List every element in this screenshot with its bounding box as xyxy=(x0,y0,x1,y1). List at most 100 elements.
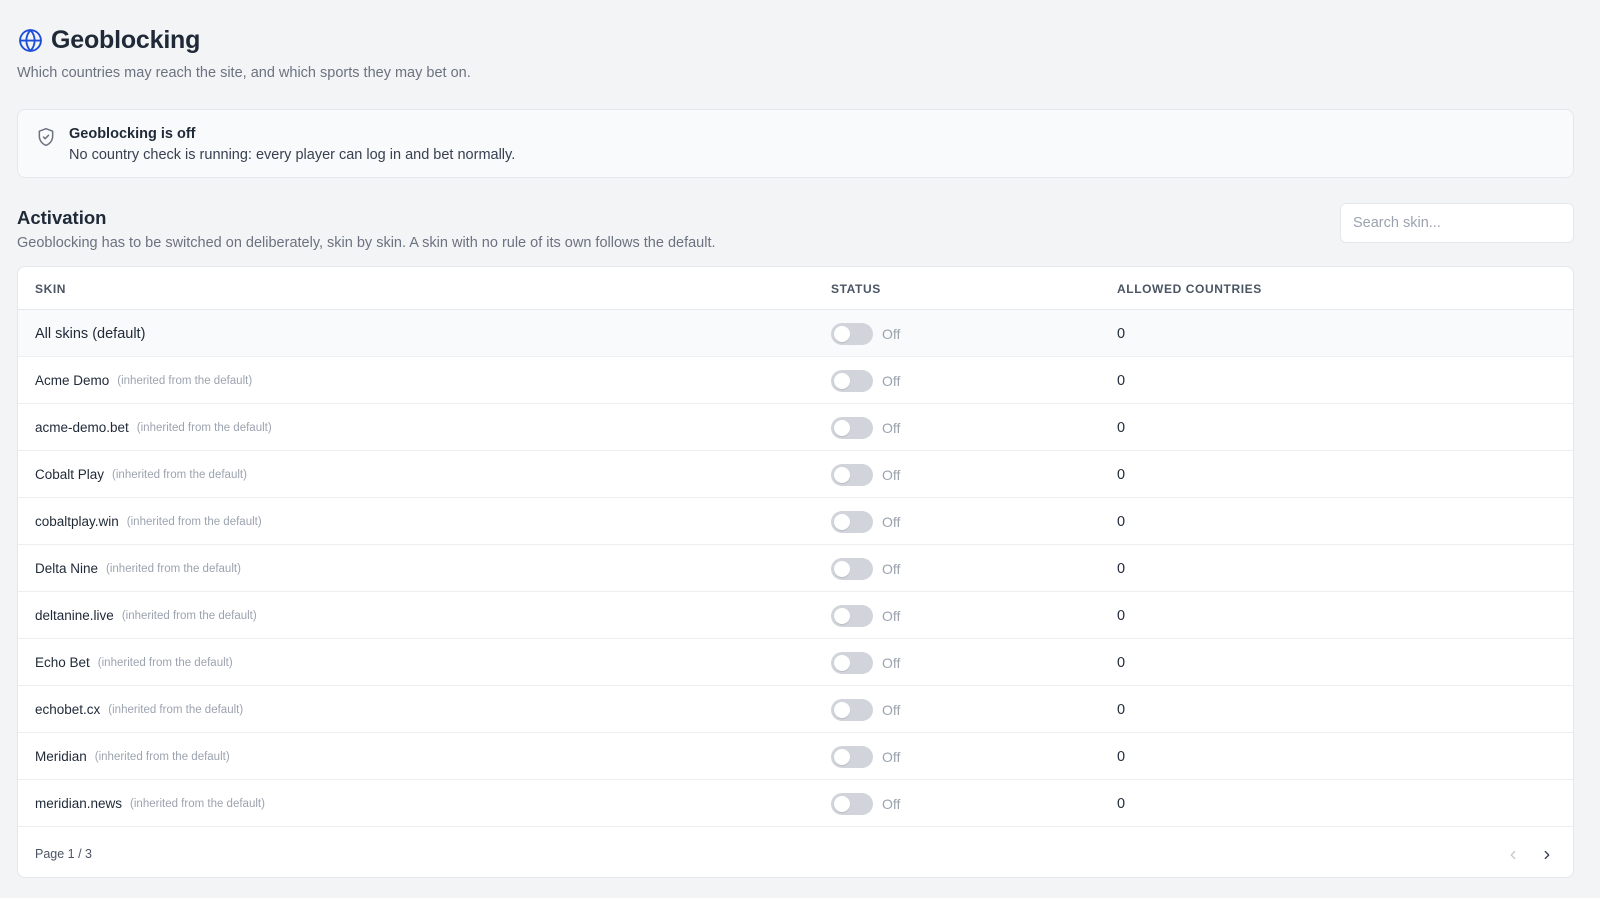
table-row: Cobalt Play (inherited from the default) O… xyxy=(18,451,1573,498)
inherited-note: (inherited from the default) xyxy=(126,515,262,528)
toggle-knob xyxy=(834,607,850,624)
status-cell: Off xyxy=(831,357,900,404)
status-label: Off xyxy=(882,466,901,483)
status-label: Off xyxy=(882,701,901,718)
status-label: Off xyxy=(882,560,901,577)
inherited-note: (inherited from the default) xyxy=(97,656,233,669)
toggle-knob xyxy=(834,419,850,436)
table-row: echobet.cx (inherited from the default) Of… xyxy=(18,686,1573,733)
allowed-countries-count: 0 xyxy=(1117,419,1126,436)
allowed-countries-count: 0 xyxy=(1117,560,1126,577)
activation-title: Activation xyxy=(17,207,107,228)
status-label: Off xyxy=(882,748,901,765)
toggle-knob xyxy=(834,466,850,483)
notice-text: No country check is running: every playe… xyxy=(69,147,516,163)
column-header-status: STATUS xyxy=(831,282,881,296)
allowed-countries-count: 0 xyxy=(1117,607,1126,624)
inherited-note: (inherited from the default) xyxy=(112,468,247,481)
status-cell: Off xyxy=(831,733,900,780)
allowed-countries-count: 0 xyxy=(1117,325,1126,342)
table-row: All skins (default) Off 0 xyxy=(18,310,1573,357)
column-header-skin: SKIN xyxy=(35,282,67,296)
geoblocking-status-notice: Geoblocking is off No country check is r… xyxy=(17,109,1574,178)
skin-cell: Meridian (inherited from the default) xyxy=(35,733,230,780)
table-footer: Page 1 / 3 xyxy=(18,830,1573,877)
inherited-note: (inherited from the default) xyxy=(117,374,253,387)
status-label: Off xyxy=(882,513,901,530)
skin-name: acme-demo.bet xyxy=(35,420,129,435)
status-toggle[interactable] xyxy=(831,792,873,815)
status-cell: Off xyxy=(831,592,900,639)
table-row: cobaltplay.win (inherited from the defaul… xyxy=(18,498,1573,545)
toggle-knob xyxy=(834,748,850,765)
status-toggle[interactable] xyxy=(831,510,873,533)
status-label: Off xyxy=(882,607,901,624)
toggle-knob xyxy=(834,325,850,342)
page-subtitle: Which countries may reach the site, and … xyxy=(17,65,471,81)
status-cell: Off xyxy=(831,310,900,357)
skin-cell: cobaltplay.win (inherited from the defaul… xyxy=(35,498,262,545)
inherited-note: (inherited from the default) xyxy=(130,797,265,810)
globe-icon xyxy=(17,28,43,54)
table-body: All skins (default) Off 0 Acme Demo (inherit… xyxy=(18,310,1573,827)
status-label: Off xyxy=(882,654,901,671)
skin-name: Acme Demo xyxy=(35,373,110,388)
skin-cell: meridian.news (inherited from the default… xyxy=(35,780,265,827)
toggle-knob xyxy=(834,372,850,389)
shield-check-icon xyxy=(36,127,56,147)
table-row: Acme Demo (inherited from the default) Off… xyxy=(18,357,1573,404)
page-header: Geoblocking xyxy=(17,26,200,55)
inherited-note: (inherited from the default) xyxy=(94,750,230,763)
status-cell: Off xyxy=(831,404,900,451)
status-toggle[interactable] xyxy=(831,745,873,768)
skin-cell: Cobalt Play (inherited from the default) xyxy=(35,451,247,498)
skin-name: echobet.cx xyxy=(35,702,101,717)
status-toggle[interactable] xyxy=(831,463,873,486)
skins-table: SKIN STATUS ALLOWED COUNTRIES All skins … xyxy=(17,266,1574,878)
status-toggle[interactable] xyxy=(831,604,873,627)
page-title: Geoblocking xyxy=(51,26,201,54)
status-cell: Off xyxy=(831,545,900,592)
status-label: Off xyxy=(882,419,901,436)
skin-cell: deltanine.live (inherited from the defaul… xyxy=(35,592,257,639)
skin-name: Echo Bet xyxy=(35,655,90,670)
activation-description: Geoblocking has to be switched on delibe… xyxy=(17,235,716,251)
skin-name: deltanine.live xyxy=(35,608,114,623)
skin-name: meridian.news xyxy=(35,796,123,811)
chevron-right-icon[interactable] xyxy=(1538,846,1556,864)
status-toggle[interactable] xyxy=(831,369,873,392)
toggle-knob xyxy=(834,654,850,671)
skin-name: Cobalt Play xyxy=(35,467,105,482)
notice-title: Geoblocking is off xyxy=(69,126,196,142)
allowed-countries-count: 0 xyxy=(1117,654,1126,671)
status-toggle[interactable] xyxy=(831,557,873,580)
status-cell: Off xyxy=(831,780,900,827)
skin-name: All skins (default) xyxy=(35,325,146,342)
toggle-knob xyxy=(834,701,850,718)
status-cell: Off xyxy=(831,686,900,733)
status-toggle[interactable] xyxy=(831,651,873,674)
status-toggle[interactable] xyxy=(831,416,873,439)
status-toggle[interactable] xyxy=(831,698,873,721)
table-row: acme-demo.bet (inherited from the default… xyxy=(18,404,1573,451)
pagination-label: Page 1 / 3 xyxy=(35,847,92,861)
skin-cell: echobet.cx (inherited from the default) xyxy=(35,686,243,733)
toggle-knob xyxy=(834,513,850,530)
column-header-allowed-countries: ALLOWED COUNTRIES xyxy=(1117,282,1262,296)
inherited-note: (inherited from the default) xyxy=(108,703,244,716)
chevron-left-icon[interactable] xyxy=(1504,846,1522,864)
allowed-countries-count: 0 xyxy=(1117,701,1126,718)
skin-name: cobaltplay.win xyxy=(35,514,119,529)
allowed-countries-count: 0 xyxy=(1117,372,1126,389)
status-cell: Off xyxy=(831,498,900,545)
skin-cell: acme-demo.bet (inherited from the default… xyxy=(35,404,272,451)
status-label: Off xyxy=(882,795,901,812)
table-header: SKIN STATUS ALLOWED COUNTRIES xyxy=(18,267,1573,310)
status-cell: Off xyxy=(831,451,900,498)
status-toggle[interactable] xyxy=(831,322,873,345)
table-row: deltanine.live (inherited from the defaul… xyxy=(18,592,1573,639)
skin-cell: Delta Nine (inherited from the default) xyxy=(35,545,241,592)
toggle-knob xyxy=(834,560,850,577)
allowed-countries-count: 0 xyxy=(1117,795,1126,812)
search-skin-input[interactable] xyxy=(1340,203,1574,243)
